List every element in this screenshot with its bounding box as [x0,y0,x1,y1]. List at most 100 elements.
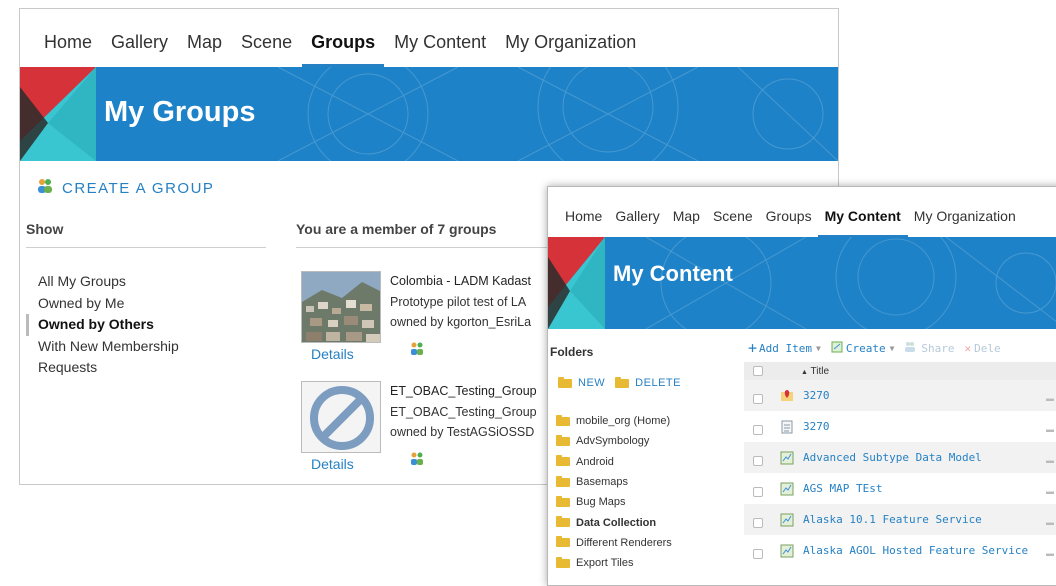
group-owner: owned by kgorton_EsriLa [390,315,532,329]
filter-owned-by-others[interactable]: Owned by Others [26,314,228,336]
nav-groups[interactable]: Groups [302,32,385,67]
row-checkbox[interactable] [753,517,763,528]
folder-item[interactable]: Bug Maps [556,492,672,512]
nav-home[interactable]: Home [44,32,92,67]
table-row[interactable]: 3270 ▬ [744,380,1056,411]
folder-new-icon [558,376,572,388]
show-header: Show [26,221,266,248]
row-menu-icon[interactable]: ▬ [1046,456,1054,465]
share-icon [904,341,916,356]
item-title[interactable]: 3270 [803,389,830,402]
nav-home[interactable]: Home [565,208,602,237]
group-members-icon[interactable] [409,451,425,472]
document-icon [780,420,794,434]
create-group-label: CREATE A GROUP [62,179,215,197]
row-menu-icon[interactable]: ▬ [1046,518,1054,527]
create-icon [831,341,843,356]
page-title: My Content [613,261,733,286]
nav-gallery[interactable]: Gallery [615,208,659,237]
details-link[interactable]: Details [311,456,354,472]
details-link[interactable]: Details [311,346,354,362]
row-checkbox[interactable] [753,486,763,497]
feature-layer-icon [780,451,794,465]
nav-my-content[interactable]: My Content [817,208,909,237]
plus-icon: + [748,339,758,357]
no-thumbnail-icon [310,386,374,450]
feature-layer-icon [780,513,794,527]
city-photo [302,272,380,342]
row-checkbox[interactable] [753,455,763,466]
new-folder-button[interactable]: NEW [558,376,606,389]
folder-icon [556,414,570,426]
filter-new-membership[interactable]: With New Membership Requests [26,336,228,379]
table-row[interactable]: Alaska 10.1 Feature Service ▬ [744,504,1056,535]
nav-my-organization[interactable]: My Organization [914,208,1016,237]
table-header: ▲ Title [744,362,1056,380]
filter-all-my-groups[interactable]: All My Groups [26,271,228,293]
nav-my-content[interactable]: My Content [394,32,486,67]
folder-item[interactable]: AdvSymbology [556,431,672,451]
select-all-checkbox[interactable] [753,366,763,376]
item-title[interactable]: Advanced Subtype Data Model [803,451,982,464]
item-title[interactable]: Alaska 10.1 Feature Service [803,513,982,526]
groups-logo [20,67,96,161]
folder-item[interactable]: Basemaps [556,472,672,492]
group-thumbnail[interactable] [301,271,381,343]
delete-button[interactable]: ✕ Dele [965,342,1001,355]
folder-icon [556,556,570,568]
nav-map[interactable]: Map [187,32,222,67]
folder-icon [556,536,570,548]
nav-map[interactable]: Map [673,208,700,237]
nav-scene[interactable]: Scene [241,32,292,67]
folder-item[interactable]: mobile_org (Home) [556,411,672,431]
folder-icon [556,475,570,487]
row-menu-icon[interactable]: ▬ [1046,425,1054,434]
create-button[interactable]: Create ▼ [831,341,895,356]
table-row[interactable]: Alaska AGOL Hosted Feature Service ▬ [744,535,1056,566]
filter-owned-by-me[interactable]: Owned by Me [26,293,228,315]
nav-scene[interactable]: Scene [713,208,753,237]
group-name[interactable]: Colombia - LADM Kadast [390,271,531,292]
new-folder-label: NEW [578,377,606,389]
group-members-icon[interactable] [409,341,425,362]
item-title[interactable]: AGS MAP TEst [803,482,882,495]
row-menu-icon[interactable]: ▬ [1046,394,1054,403]
chevron-down-icon: ▼ [889,343,895,353]
row-menu-icon[interactable]: ▬ [1046,487,1054,496]
add-item-button[interactable]: + Add Item ▼ [748,339,821,357]
group-name[interactable]: ET_OBAC_Testing_Group [390,381,537,402]
share-button[interactable]: Share [904,341,955,356]
folder-item[interactable]: Different Renderers [556,533,672,553]
row-menu-icon[interactable]: ▬ [1046,549,1054,558]
row-checkbox[interactable] [753,393,763,404]
nav-gallery[interactable]: Gallery [111,32,168,67]
folder-icon [556,516,570,528]
top-nav: Home Gallery Map Scene Groups My Content… [20,9,838,67]
folder-icon [556,455,570,467]
chevron-down-icon: ▼ [816,343,821,353]
group-thumbnail[interactable] [301,381,381,453]
row-checkbox[interactable] [753,548,763,559]
title-column-header[interactable]: ▲ Title [801,366,829,377]
item-title[interactable]: 3270 [803,420,830,433]
folder-list: mobile_org (Home) AdvSymbology Android B… [556,411,672,573]
my-content-window: Home Gallery Map Scene Groups My Content… [547,186,1056,586]
row-checkbox[interactable] [753,424,763,435]
table-row[interactable]: AGS MAP TEst ▬ [744,473,1056,504]
nav-my-organization[interactable]: My Organization [505,32,636,67]
page-title: My Groups [104,96,256,128]
nav-groups[interactable]: Groups [766,208,812,237]
map-pin-icon [780,389,794,403]
folder-delete-icon [615,376,630,388]
table-row[interactable]: 3270 ▬ [744,411,1056,442]
delete-folder-button[interactable]: DELETE [615,376,681,389]
folder-item-active[interactable]: Data Collection [556,512,672,532]
banner-pattern [278,67,838,161]
folder-icon [556,434,570,446]
folder-item[interactable]: Export Tiles [556,553,672,573]
content-logo [548,237,605,329]
folder-item[interactable]: Android [556,452,672,472]
item-title[interactable]: Alaska AGOL Hosted Feature Service [803,544,1028,557]
create-group-button[interactable]: CREATE A GROUP [36,177,214,199]
table-row[interactable]: Advanced Subtype Data Model ▬ [744,442,1056,473]
